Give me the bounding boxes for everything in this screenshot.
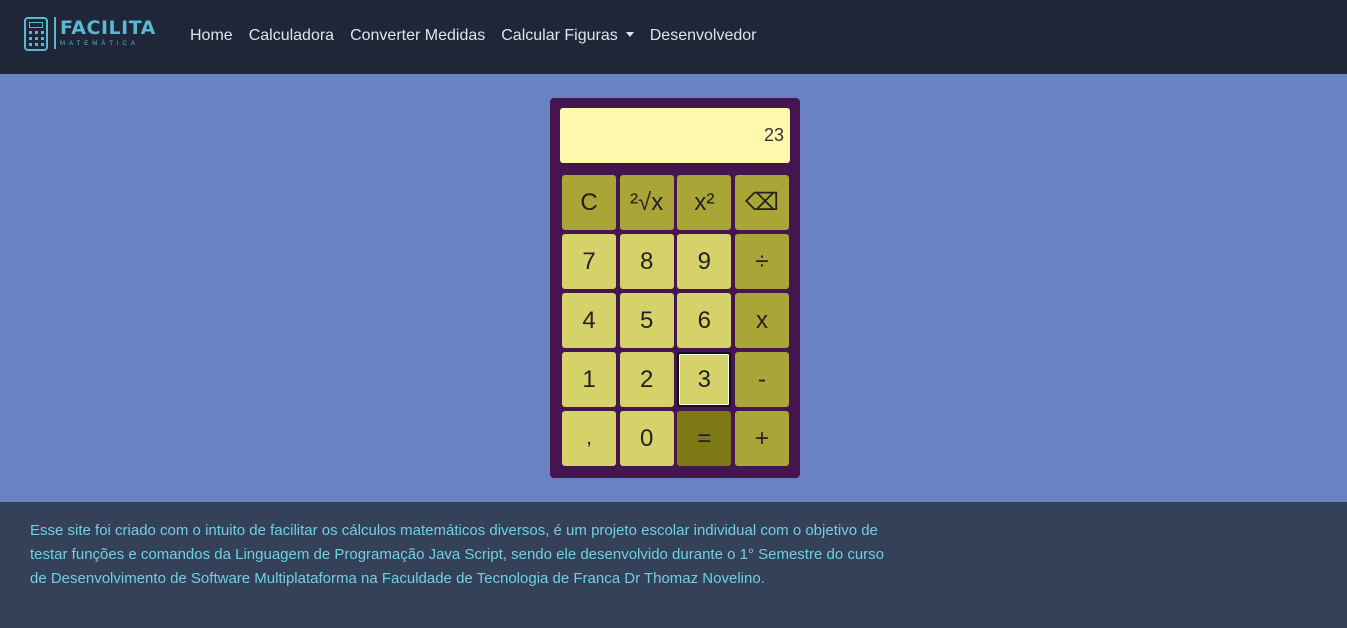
top-navbar: FACILITA MATEMÁTICA Home Calculadora Con… [0,0,1347,74]
nav-home-link[interactable]: Home [182,24,241,48]
backspace-button[interactable]: ⌫ [734,175,789,230]
divide-button[interactable]: ÷ [734,234,789,289]
calculator-keypad: C ²√x x² ⌫ 7 8 9 ÷ 4 5 6 x 1 2 3-, 0 = + [562,175,789,466]
square-root-button[interactable]: ²√x [619,175,674,230]
nav-calculate-shapes-label: Calcular Figuras [501,27,618,44]
calculator-icon [24,17,48,51]
calculator-display[interactable]: 23 [560,108,790,163]
caret-down-icon [625,32,634,37]
square-button[interactable]: x² [677,175,732,230]
brand-subtitle: MATEMÁTICA [60,41,139,47]
brand-name: FACILITA [60,17,156,39]
digit-7-button[interactable]: 7 [562,234,616,289]
digit-6-button[interactable]: 6 [677,293,732,348]
digit-1-button[interactable]: 1 [562,352,616,407]
nav-links: Home Calculadora Converter Medidas Calcu… [182,24,764,48]
digit-3-button[interactable]: 3 [677,352,732,407]
subtract-button[interactable]: - [734,352,789,407]
digit-5-button[interactable]: 5 [619,293,674,348]
equals-button[interactable]: = [677,411,732,466]
digit-4-button[interactable]: 4 [562,293,616,348]
brand-logo[interactable]: FACILITA MATEMÁTICA [24,17,156,51]
digit-2-button[interactable]: 2 [619,352,674,407]
nav-convert-measures-link[interactable]: Converter Medidas [342,24,493,48]
add-button[interactable]: + [734,411,789,466]
clear-button[interactable]: C [562,175,616,230]
footer-description: Esse site foi criado com o intuito de fa… [30,522,885,587]
nav-developer-link[interactable]: Desenvolvedor [642,24,765,48]
footer: Esse site foi criado com o intuito de fa… [0,502,1347,628]
decimal-button[interactable]: , [562,411,616,466]
digit-0-button[interactable]: 0 [619,411,674,466]
digit-8-button[interactable]: 8 [619,234,674,289]
nav-calculate-shapes-dropdown[interactable]: Calcular Figuras [493,24,641,48]
calculator: 23 C ²√x x² ⌫ 7 8 9 ÷ 4 5 6 x 1 2 3-, 0 = + [550,98,800,478]
brand-divider [54,17,56,49]
digit-9-button[interactable]: 9 [677,234,732,289]
multiply-button[interactable]: x [734,293,789,348]
nav-calculator-link[interactable]: Calculadora [241,24,342,48]
